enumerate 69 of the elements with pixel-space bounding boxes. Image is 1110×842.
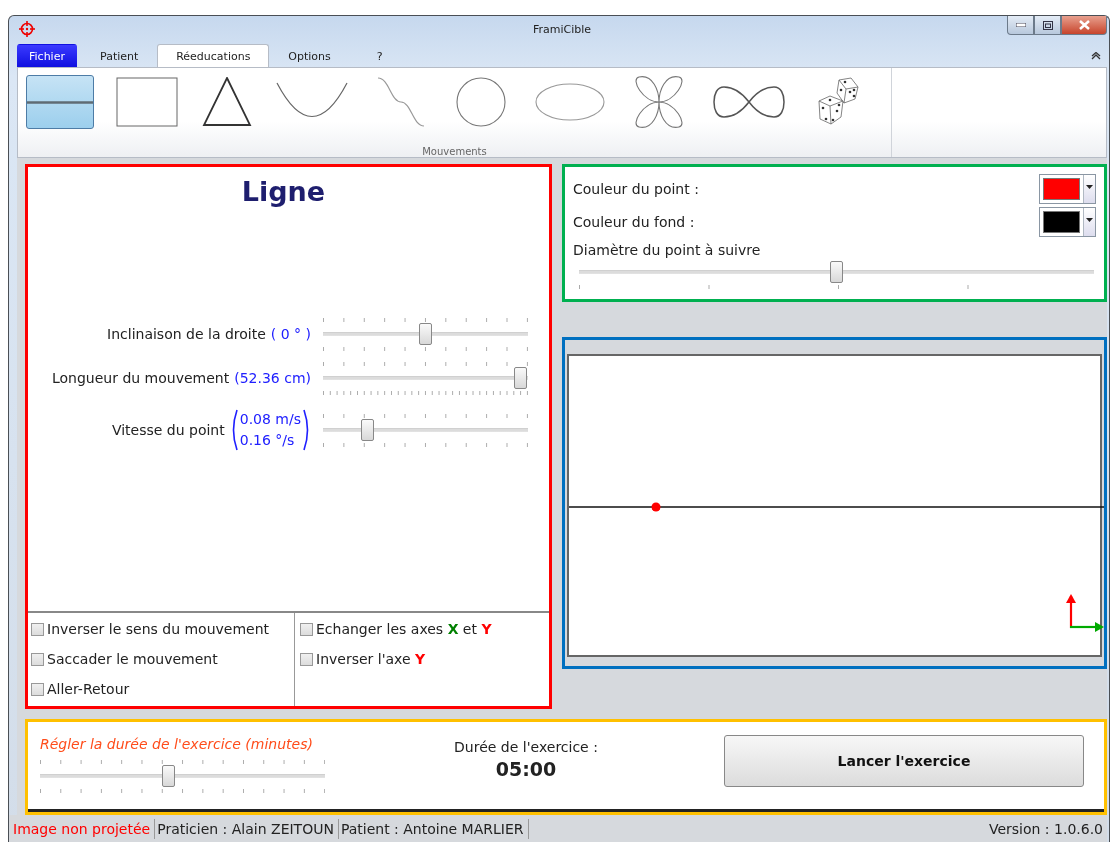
- color-label: Couleur du point :: [573, 180, 699, 197]
- status-text: Patient : Antoine MARLIER: [338, 818, 529, 839]
- slider-label: Vitesse du point: [111, 422, 225, 438]
- crosshair-icon: [19, 21, 35, 37]
- slider-thumb[interactable]: [829, 261, 843, 283]
- maximize-button[interactable]: [1034, 16, 1061, 35]
- ellipse-icon: [534, 82, 605, 122]
- restore-icon: [1042, 20, 1053, 30]
- file-menu-tab[interactable]: Fichier: [17, 44, 77, 67]
- slider-reading: 0.16 °/s: [239, 431, 296, 450]
- collapse-ribbon-icon[interactable]: [1091, 51, 1101, 60]
- ribbon-tab[interactable]: Réeducations: [157, 44, 270, 67]
- duration-slider-label: Régler la durée de l'exercice (minutes): [40, 736, 314, 752]
- close-icon: [1078, 20, 1090, 30]
- right-bracket-icon: [303, 409, 311, 451]
- slider-thumb[interactable]: [514, 367, 527, 389]
- line-icon: [27, 100, 93, 104]
- slider-reading: ( 0 ° ): [270, 326, 311, 342]
- checkbox-label: Echanger les axes X et Y: [316, 621, 492, 637]
- ribbon-tab[interactable]: ?: [349, 44, 410, 67]
- start-exercise-button[interactable]: Lancer l'exercice: [724, 735, 1084, 787]
- slider-label: Longueur du mouvement: [51, 370, 230, 386]
- dropdown-arrow-icon: [1085, 217, 1093, 222]
- checkbox-label: Saccader le mouvement: [47, 651, 218, 667]
- slider-reading: 0.08 m/s: [239, 410, 301, 429]
- slider-reading: (52.36 cm): [234, 370, 311, 386]
- exercise-title: Ligne: [240, 175, 327, 207]
- slider-thumb[interactable]: [361, 419, 375, 441]
- status-text: Image non projetée: [11, 818, 156, 839]
- slider-thumb[interactable]: [161, 765, 175, 787]
- square-icon: [116, 77, 178, 127]
- color-picker[interactable]: [1039, 173, 1096, 204]
- slider-thumb[interactable]: [418, 323, 432, 345]
- square-button[interactable]: [115, 75, 179, 129]
- checkbox[interactable]: [300, 652, 313, 666]
- checkbox-label: Inverser le sens du mouvement: [47, 621, 270, 637]
- infinity-icon: [712, 86, 785, 118]
- close-button[interactable]: [1061, 16, 1107, 35]
- checkbox[interactable]: [300, 622, 313, 636]
- circle-button[interactable]: [454, 75, 508, 129]
- dice-icon: [817, 77, 860, 127]
- version-text: Version : 1.0.6.0: [988, 820, 1104, 837]
- checkbox[interactable]: [31, 682, 44, 696]
- dropdown-arrow-icon: [1085, 184, 1093, 189]
- minimize-icon: [1015, 23, 1026, 27]
- ribbon-tab[interactable]: Options: [277, 44, 342, 67]
- duration-label: Durée de l'exercice :: [454, 739, 598, 755]
- minimize-button[interactable]: [1007, 16, 1034, 35]
- ribbon-tab[interactable]: Patient: [89, 44, 150, 67]
- status-text: Praticien : Alain ZEITOUN: [155, 818, 339, 839]
- flower-icon: [632, 76, 685, 128]
- line-button[interactable]: [26, 75, 94, 129]
- triangle-icon: [201, 77, 252, 127]
- checkbox[interactable]: [31, 652, 44, 666]
- checkbox[interactable]: [31, 622, 44, 636]
- duration-value: 05:00: [495, 758, 557, 780]
- checkbox-label: Aller-Retour: [47, 681, 130, 697]
- checkbox-label: Inverser l'axe Y: [316, 651, 426, 667]
- axes-icon: [1066, 594, 1104, 632]
- color-picker[interactable]: [1039, 206, 1096, 237]
- slider-label: Inclinaison de la droite: [107, 326, 266, 342]
- target-dot: [651, 502, 661, 512]
- window-title: FramiCible: [532, 23, 592, 36]
- triangle-button[interactable]: [200, 75, 254, 129]
- sine-wave-icon: [377, 77, 426, 127]
- circle-icon: [455, 77, 506, 127]
- group-label: Mouvements: [421, 146, 488, 157]
- color-label: Couleur du fond :: [573, 213, 695, 230]
- slider-label: Diamètre du point à suivre: [573, 242, 762, 258]
